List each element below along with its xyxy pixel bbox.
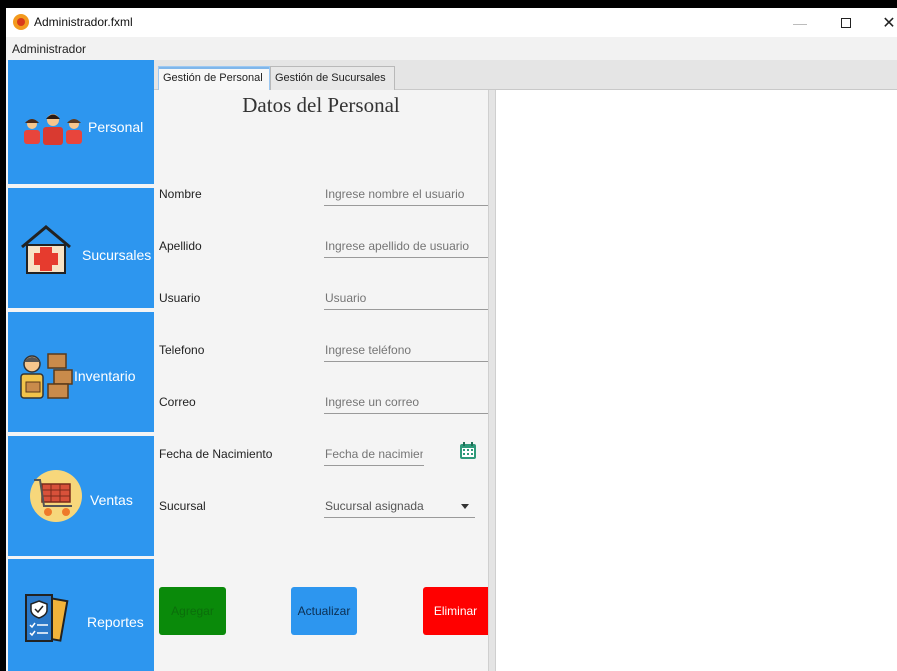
sidebar-item-label: Sucursales xyxy=(82,247,152,263)
shopping-cart-icon xyxy=(30,470,82,522)
apellido-label: Apellido xyxy=(159,239,202,253)
close-button[interactable]: ✕ xyxy=(869,8,897,37)
personal-form: Datos del Personal Nombre Apellido Usuar… xyxy=(154,90,488,671)
apellido-input[interactable] xyxy=(324,234,488,258)
minimize-button[interactable]: — xyxy=(777,8,823,37)
sucursal-select-value: Sucursal asignada xyxy=(325,499,424,513)
sidebar-item-inventario[interactable]: Inventario xyxy=(8,312,154,432)
sidebar-item-label: Inventario xyxy=(74,368,136,384)
tab-gestion-sucursales[interactable]: Gestión de Sucursales xyxy=(270,66,395,90)
sidebar-item-reportes[interactable]: Reportes xyxy=(8,559,154,671)
maximize-icon xyxy=(841,17,851,28)
sidebar-item-personal[interactable]: Personal xyxy=(8,60,154,184)
team-icon xyxy=(24,114,82,145)
menu-administrador[interactable]: Administrador xyxy=(12,42,86,56)
sidebar-item-sucursales[interactable]: Sucursales xyxy=(8,188,154,308)
worker-boxes-icon xyxy=(20,353,73,399)
sidebar: Personal Sucursales Inventario Ventas Re… xyxy=(8,60,154,671)
report-checklist-icon xyxy=(25,594,69,642)
title-bar: Administrador.fxml — ✕ xyxy=(6,8,897,37)
tab-gestion-personal[interactable]: Gestión de Personal xyxy=(158,66,270,90)
tab-bar: Gestión de Personal Gestión de Sucursale… xyxy=(154,60,897,90)
nombre-input[interactable] xyxy=(324,182,488,206)
correo-input[interactable] xyxy=(324,390,488,414)
nombre-label: Nombre xyxy=(159,187,202,201)
sidebar-item-label: Ventas xyxy=(90,492,133,508)
usuario-label: Usuario xyxy=(159,291,201,305)
fecha-nacimiento-label: Fecha de Nacimiento xyxy=(159,447,273,461)
calendar-icon[interactable] xyxy=(459,442,477,460)
actualizar-button[interactable]: Actualizar xyxy=(291,587,357,635)
form-title: Datos del Personal xyxy=(242,93,400,117)
split-pane-divider[interactable] xyxy=(488,90,496,671)
window-title: Administrador.fxml xyxy=(34,15,133,29)
close-icon: ✕ xyxy=(882,14,896,32)
telefono-input[interactable] xyxy=(324,338,488,362)
hospital-house-icon xyxy=(21,225,71,274)
sidebar-item-ventas[interactable]: Ventas xyxy=(8,436,154,556)
menu-bar: Administrador xyxy=(6,37,897,61)
maximize-button[interactable] xyxy=(823,8,869,37)
app-logo-icon xyxy=(13,14,29,30)
telefono-label: Telefono xyxy=(159,343,205,357)
sucursal-select[interactable]: Sucursal asignada xyxy=(324,494,475,518)
correo-label: Correo xyxy=(159,395,196,409)
agregar-button[interactable]: Agregar xyxy=(159,587,226,635)
sidebar-item-label: Reportes xyxy=(87,614,144,630)
sidebar-item-label: Personal xyxy=(88,119,144,135)
app-window: Administrador.fxml — ✕ Administrador Per… xyxy=(6,8,897,671)
personal-table-area xyxy=(496,90,897,671)
sucursal-label: Sucursal xyxy=(159,499,206,513)
chevron-down-icon xyxy=(461,504,469,509)
eliminar-button[interactable]: Eliminar xyxy=(423,587,488,635)
fecha-nacimiento-input[interactable] xyxy=(324,442,424,466)
usuario-input[interactable] xyxy=(324,286,488,310)
